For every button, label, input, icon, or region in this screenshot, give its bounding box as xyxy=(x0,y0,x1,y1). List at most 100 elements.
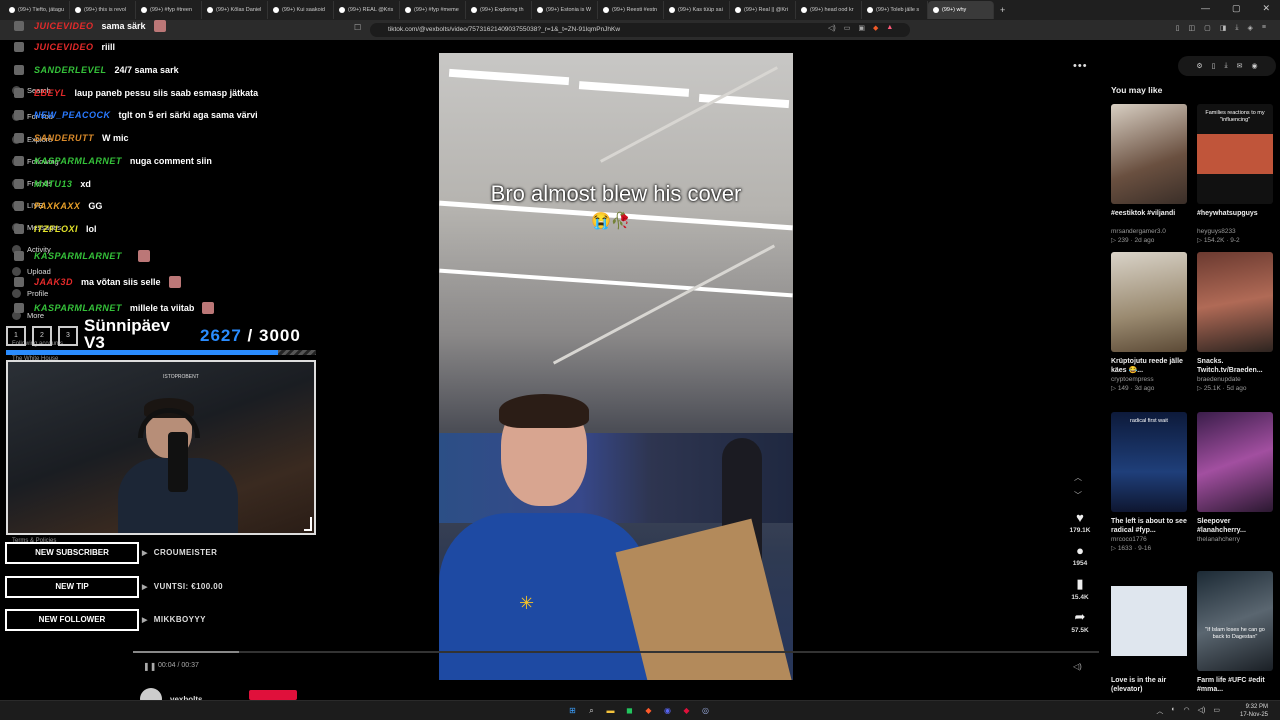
maximize-button[interactable]: ▢ xyxy=(1232,3,1241,14)
download-icon[interactable]: ⤓ xyxy=(1235,24,1238,32)
device-icon[interactable]: ▯ xyxy=(1212,62,1216,70)
tab-title: (99+) Reesti #estn xyxy=(612,7,658,13)
steam-icon[interactable]: ◎ xyxy=(699,704,712,717)
card-author[interactable]: mrcoco1776 xyxy=(1111,536,1189,543)
search-icon[interactable]: ⌕ xyxy=(585,704,598,717)
shield-extension-icon[interactable]: ◈ xyxy=(1248,24,1253,32)
video-thumbnail[interactable] xyxy=(1111,571,1187,671)
browser-tab[interactable]: (99+) head ood kr xyxy=(796,1,862,19)
video-thumbnail[interactable]: "If Islam loses he can go back to Dagest… xyxy=(1197,571,1273,671)
recommended-video-card[interactable]: Families reactions to my "influencing" #h… xyxy=(1197,104,1275,244)
browser-tab[interactable]: (99+) Reesti #estn xyxy=(598,1,664,19)
chat-badge-icon xyxy=(14,88,24,98)
start-icon[interactable]: ⊞ xyxy=(566,704,579,717)
recommended-video-card[interactable]: Snacks. Twitch.tv/Braeden... braedenupdat… xyxy=(1197,252,1275,392)
follow-button[interactable] xyxy=(249,690,297,700)
browser-tab[interactable]: (99+) Estonia is W xyxy=(532,1,598,19)
volume-tray-icon[interactable]: ◁) xyxy=(1198,706,1206,716)
chat-username: SANDERLEVEL xyxy=(34,65,107,75)
browser-tab[interactable]: (99+) Real || @Kri xyxy=(730,1,796,19)
browser-tab[interactable]: (99+) REAL @Kris xyxy=(334,1,400,19)
card-title: Snacks. Twitch.tv/Braeden... xyxy=(1197,358,1263,374)
comment-button[interactable]: ● 1954 xyxy=(1060,543,1100,567)
recommended-video-card[interactable]: #eestiktok #viljandi mrsandergamer3.0 ▷ 23… xyxy=(1111,104,1189,244)
card-author[interactable]: mrsandergamer3.0 xyxy=(1111,228,1189,235)
save-button[interactable]: ▮ 15.4K xyxy=(1060,576,1100,601)
rewards-icon[interactable]: ▲ xyxy=(886,24,893,32)
frame-corner xyxy=(304,517,312,531)
chat-message: KASPARMLARNET xyxy=(14,250,150,262)
app-icon[interactable]: ◼ xyxy=(623,704,636,717)
browser-tab[interactable]: (99+) #fyp #meme xyxy=(400,1,466,19)
play-icon: ▷ xyxy=(1111,385,1118,392)
video-thumbnail[interactable] xyxy=(1111,104,1187,204)
recommended-video-card[interactable]: Krüptojutu reede jälle käes 😂... cryptoem… xyxy=(1111,252,1189,392)
browser-tab[interactable]: (99+) Exploring th xyxy=(466,1,532,19)
brave-browser-icon[interactable]: ◆ xyxy=(642,704,655,717)
file-explorer-icon[interactable]: ▬ xyxy=(604,704,617,717)
card-author[interactable]: braedenupdate xyxy=(1197,376,1275,383)
ceiling-beam xyxy=(600,66,778,163)
inbox-icon[interactable]: ✉ xyxy=(1237,62,1243,70)
video-thumbnail[interactable] xyxy=(1197,412,1273,512)
vpn-icon[interactable]: ▢ xyxy=(1204,24,1211,32)
recommended-video-card[interactable]: Love is in the air (elevator) xyxy=(1111,571,1189,694)
volume-icon[interactable]: ◁) xyxy=(1073,662,1082,671)
browser-tab[interactable]: (99+) why xyxy=(928,1,994,19)
play-icon: ▷ xyxy=(1111,545,1118,552)
more-options-icon[interactable]: ••• xyxy=(1073,60,1088,72)
recommended-video-card[interactable]: "If Islam loses he can go back to Dagest… xyxy=(1197,571,1275,694)
cast-icon[interactable]: ▭ xyxy=(844,24,851,32)
card-title: Sleepover #lanahcherry... xyxy=(1197,518,1246,534)
download-icon[interactable]: ⤓ xyxy=(1225,62,1228,70)
goal-progress-bar xyxy=(6,350,316,355)
browser-tab[interactable]: (99+) Toleb jälle s xyxy=(862,1,928,19)
video-thumbnail[interactable]: radical first wait xyxy=(1111,412,1187,512)
caption-emoji: 😭🥀 xyxy=(591,213,631,230)
battery-icon[interactable]: ▭ xyxy=(1213,706,1220,716)
share-button[interactable]: ➦ 57.5K xyxy=(1060,609,1100,634)
chat-text: W mic xyxy=(102,133,129,143)
like-button[interactable]: ♥ 179.1K xyxy=(1060,510,1100,534)
chat-badge-icon xyxy=(14,156,24,166)
menu-icon[interactable]: ≡ xyxy=(1262,24,1266,32)
card-title: The left is about to see radical #fyp... xyxy=(1111,518,1187,534)
recommended-video-card[interactable]: Sleepover #lanahcherry... thelanahcherry xyxy=(1197,412,1275,543)
bookmark-icon[interactable]: ☐ xyxy=(354,23,361,32)
card-author[interactable]: thelanahcherry xyxy=(1197,536,1275,543)
chevron-up-icon[interactable]: ︿ xyxy=(1156,706,1163,716)
extensions-icon[interactable]: ◫ xyxy=(1189,24,1196,32)
read-mode-icon[interactable]: ▣ xyxy=(858,24,865,32)
recommended-video-card[interactable]: radical first wait The left is about to s… xyxy=(1111,412,1189,552)
new-tab-button[interactable]: + xyxy=(1000,5,1005,15)
card-date: 5d ago xyxy=(1226,385,1247,392)
video-thumbnail[interactable] xyxy=(1197,252,1273,352)
sidebar-icon[interactable]: ▯ xyxy=(1176,24,1180,32)
taskbar-clock[interactable]: 9:32 PM 17-Nov-25 xyxy=(1240,703,1268,719)
video-thumbnail[interactable]: Families reactions to my "influencing" xyxy=(1197,104,1273,204)
minimize-button[interactable]: — xyxy=(1201,3,1210,14)
next-video-icon[interactable]: ﹀ xyxy=(1074,490,1082,501)
wifi-icon[interactable]: ◠ xyxy=(1184,706,1190,716)
chat-badge-icon xyxy=(14,110,24,120)
previous-video-icon[interactable]: ︿ xyxy=(1074,472,1082,483)
mute-tab-icon[interactable]: ◁) xyxy=(828,24,836,32)
browser-icon[interactable]: ◆ xyxy=(680,704,693,717)
avatar[interactable]: ◉ xyxy=(1252,62,1258,70)
video-thumbnail[interactable] xyxy=(1111,252,1187,352)
app-tray-icon[interactable]: ◐ xyxy=(1171,706,1175,716)
video-progress-bar[interactable] xyxy=(133,651,1099,653)
card-author[interactable]: heyguys8233 xyxy=(1197,228,1275,235)
discord-icon[interactable]: ◉ xyxy=(661,704,674,717)
close-window-button[interactable]: ✕ xyxy=(1262,3,1270,14)
tab-title: (99+) REAL @Kris xyxy=(348,7,394,13)
video-player[interactable]: Bro almost blew his cover 😭🥀 ✳ xyxy=(439,53,793,680)
chat-message: JUICEVIDEO riill xyxy=(14,42,115,52)
card-author[interactable]: cryptoempress xyxy=(1111,376,1189,383)
shield-icon[interactable]: ◆ xyxy=(873,24,878,32)
settings-icon[interactable]: ⚙ xyxy=(1196,62,1202,70)
pause-icon[interactable]: ❚❚ xyxy=(143,662,156,671)
browser-tab[interactable]: (99+) Kas tüüp sai xyxy=(664,1,730,19)
chat-message: EBEYL laup paneb pessu siis saab esmasp j… xyxy=(14,88,258,98)
wallet-icon[interactable]: ◨ xyxy=(1220,24,1227,32)
